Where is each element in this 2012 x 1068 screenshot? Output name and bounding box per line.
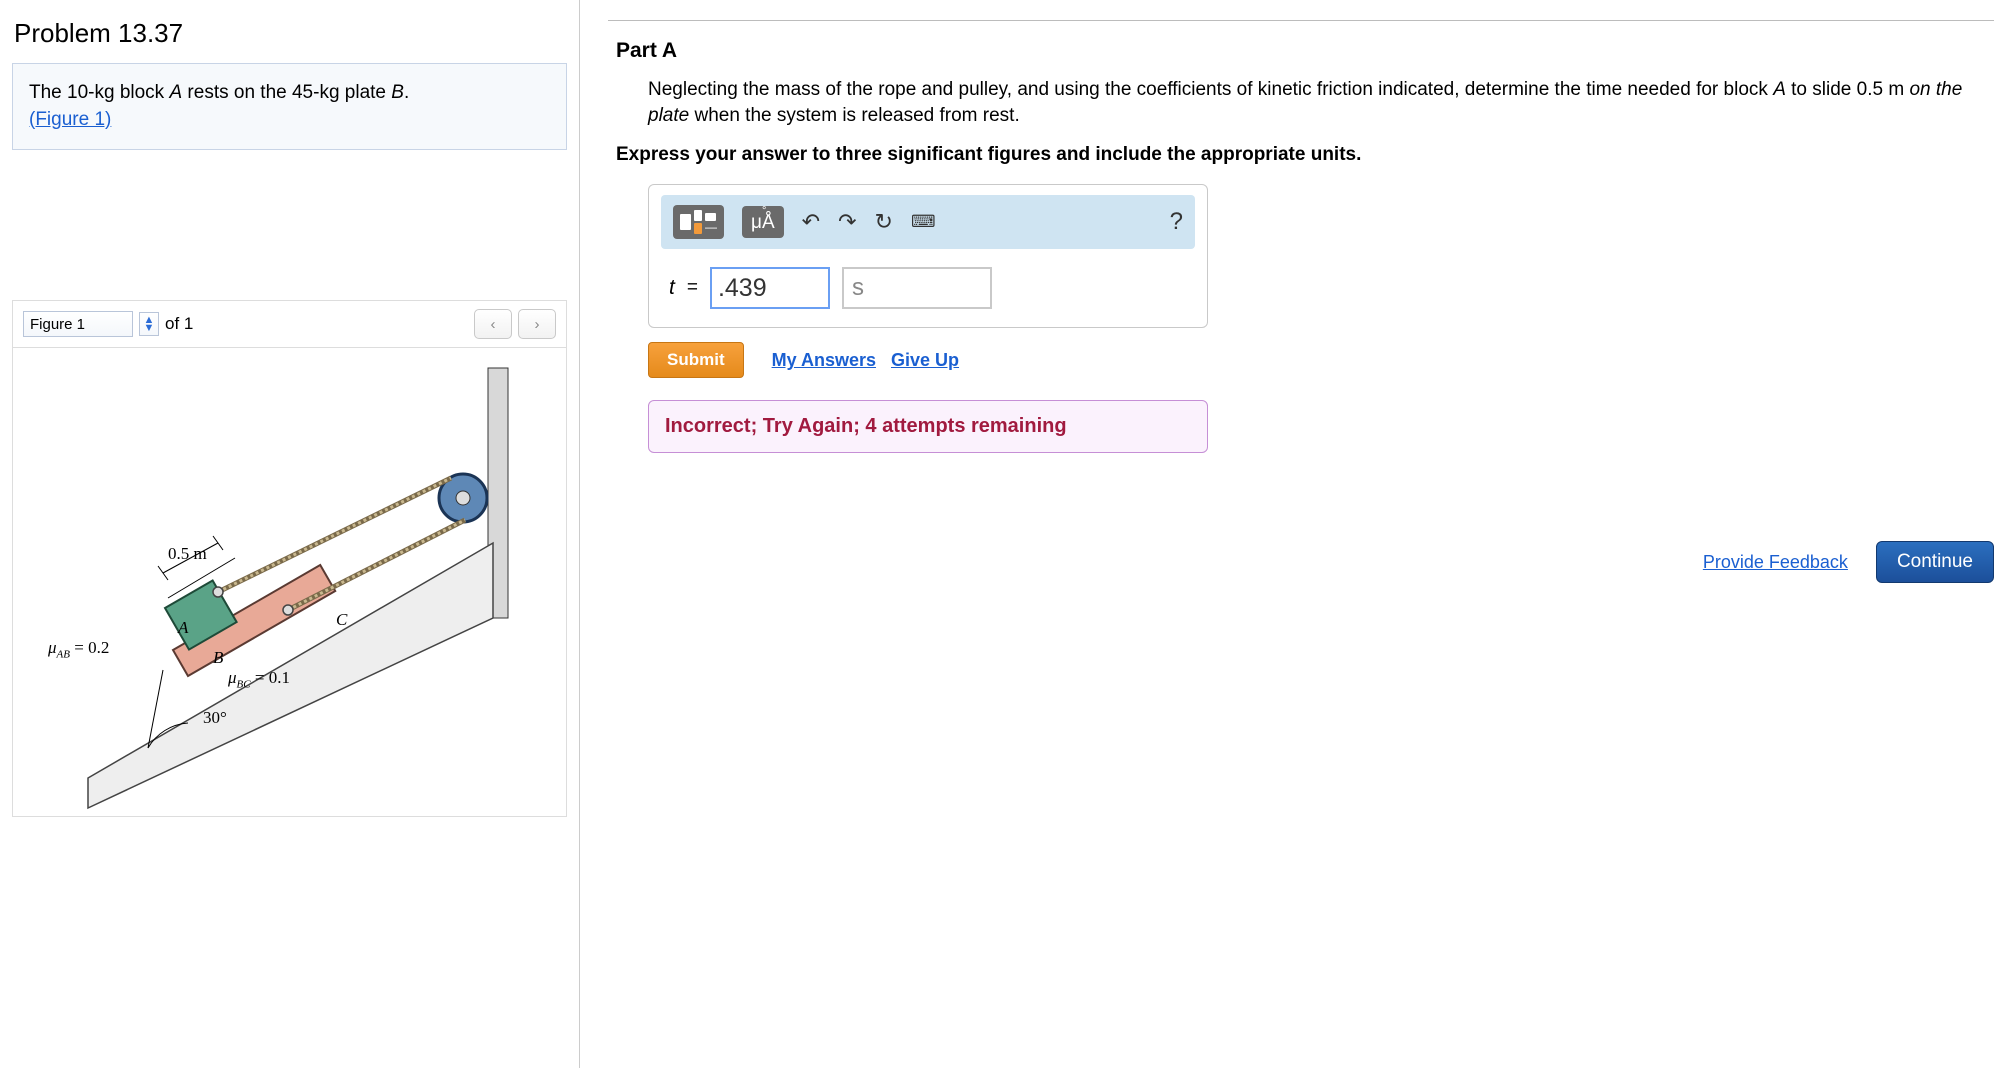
mu-ab-val: = 0.2: [70, 638, 109, 657]
part-title: Part A: [616, 39, 1994, 63]
figure-link[interactable]: (Figure 1): [29, 109, 111, 130]
provide-feedback-link[interactable]: Provide Feedback: [1703, 552, 1848, 573]
q-seg: when the system is released from rest.: [689, 105, 1020, 126]
angle-label: 30°: [203, 708, 227, 728]
figure-next-button[interactable]: ›: [518, 309, 556, 339]
label-B: B: [213, 648, 223, 668]
figure-prev-button[interactable]: ‹: [474, 309, 512, 339]
q-seg: Neglecting the mass of the rope and pull…: [648, 79, 1773, 100]
undo-icon[interactable]: ↶: [802, 209, 820, 235]
problem-title: Problem 13.37: [12, 10, 567, 63]
figure-selector[interactable]: [23, 311, 133, 337]
right-panel: Part A Neglecting the mass of the rope a…: [580, 0, 2012, 1068]
problem-statement: The 10-kg block A rests on the 45-kg pla…: [12, 63, 567, 150]
answer-unit-input[interactable]: [842, 267, 992, 309]
answer-actions: Submit My Answers Give Up: [648, 342, 1994, 378]
keyboard-icon[interactable]: ⌨: [911, 212, 936, 232]
help-icon[interactable]: ?: [1170, 208, 1183, 236]
answer-variable: t: [669, 276, 675, 300]
left-panel: Problem 13.37 The 10-kg block A rests on…: [0, 0, 580, 1068]
figure-canvas: 0.5 m A B C μAB = 0.2 μBC = 0.1 30°: [12, 347, 567, 817]
answer-panel: — μ°Å ↶ ↷ ↻ ⌨ ? t =: [648, 184, 1208, 328]
units-icon[interactable]: μ°Å: [742, 206, 784, 238]
statement-text: The 10-kg block: [29, 82, 169, 103]
feedback-message: Incorrect; Try Again; 4 attempts remaini…: [648, 400, 1208, 453]
part-instruction: Express your answer to three significant…: [616, 144, 1986, 166]
answer-value-input[interactable]: [710, 267, 830, 309]
equals-sign: =: [687, 277, 698, 299]
figure-svg: [13, 348, 567, 816]
figure-spinner[interactable]: ▲▼: [139, 312, 159, 336]
part-question: Neglecting the mass of the rope and pull…: [648, 77, 1986, 128]
q-distance: 0.5 m: [1857, 79, 1905, 100]
figure-of-label: of 1: [165, 314, 193, 334]
reset-icon[interactable]: ↻: [875, 209, 893, 235]
answer-toolbar: — μ°Å ↶ ↷ ↻ ⌨ ?: [661, 195, 1195, 249]
mu-bc-sub: BC: [237, 679, 251, 691]
continue-button[interactable]: Continue: [1876, 541, 1994, 583]
footer-bar: Provide Feedback Continue: [1703, 541, 1994, 583]
figure-nav-bar: ▲▼ of 1 ‹ ›: [12, 300, 567, 347]
label-C: C: [336, 610, 347, 630]
mu-ab-sym: μ: [48, 638, 57, 657]
mu-bc-sym: μ: [228, 668, 237, 687]
statement-text: .: [404, 82, 409, 103]
submit-button[interactable]: Submit: [648, 342, 744, 378]
mu-bc-val: = 0.1: [251, 668, 290, 687]
give-up-link[interactable]: Give Up: [891, 350, 959, 370]
var-B: B: [391, 82, 404, 103]
redo-icon[interactable]: ↷: [838, 209, 856, 235]
answer-row: t =: [661, 263, 1195, 313]
statement-text: rests on the 45-kg plate: [182, 82, 391, 103]
label-A: A: [178, 618, 188, 638]
divider: [608, 20, 1994, 21]
mu-ab-sub: AB: [57, 649, 70, 661]
q-var-A: A: [1773, 79, 1786, 100]
keypad-icon[interactable]: —: [673, 205, 724, 239]
my-answers-link[interactable]: My Answers: [772, 350, 876, 370]
dim-label: 0.5 m: [168, 544, 207, 564]
var-A: A: [169, 82, 182, 103]
q-seg: to slide: [1786, 79, 1857, 100]
